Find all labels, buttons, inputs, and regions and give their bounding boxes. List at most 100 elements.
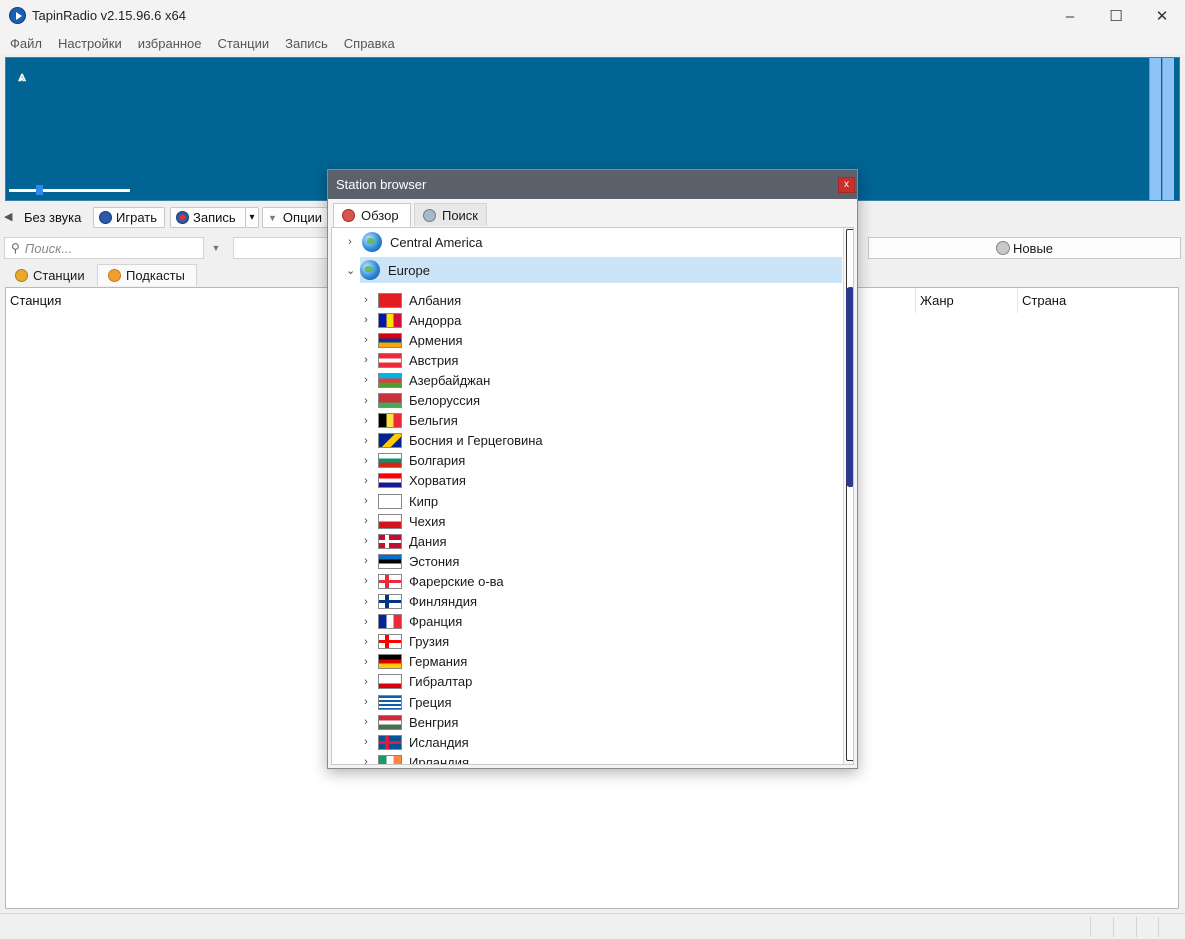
tree-country-gibraltar[interactable]: › Гибралтар [332, 672, 842, 692]
search-icon [423, 208, 436, 222]
region-label: Central America [390, 234, 483, 250]
tab-browse[interactable]: Обзор [333, 203, 411, 227]
mute-button[interactable]: Без звука [4, 207, 88, 228]
chevron-right-icon[interactable]: › [360, 716, 372, 728]
menu-stations[interactable]: Станции [210, 36, 278, 51]
flag-andorra-icon [378, 312, 402, 328]
status-divider [1090, 917, 1091, 937]
tree-country-greece[interactable]: › Греция [332, 692, 842, 712]
country-label: Франция [409, 614, 463, 630]
chevron-right-icon[interactable]: › [360, 676, 372, 688]
chevron-right-icon[interactable]: › [360, 515, 372, 527]
vertical-scrollbar[interactable] [843, 228, 853, 764]
tree-country-ireland[interactable]: › Ирландия [332, 752, 842, 764]
record-button[interactable]: Запись [170, 207, 246, 228]
scrollbar-thumb[interactable] [846, 287, 853, 487]
chevron-right-icon[interactable]: › [360, 395, 372, 407]
chevron-right-icon[interactable]: › [360, 314, 372, 326]
record-dropdown-button[interactable]: ▾ [245, 207, 259, 228]
station-tree[interactable]: › Central America Europe ⌄ › Албания › Андо… [331, 227, 854, 765]
flag-estonia-icon [378, 553, 402, 569]
country-label: Кипр [409, 493, 439, 509]
tree-country-france[interactable]: › Франция [332, 612, 842, 632]
chevron-right-icon[interactable]: › [360, 616, 372, 628]
title-bar: TapinRadio v2.15.96.6 x64 – ☐ ✕ [0, 0, 1185, 32]
tab-podcasts[interactable]: Подкасты [97, 264, 197, 286]
search-dropdown-icon[interactable]: ▼ [208, 238, 224, 258]
chevron-right-icon[interactable]: › [344, 236, 356, 248]
menu-favorites[interactable]: избранное [130, 36, 210, 51]
chevron-right-icon[interactable]: › [360, 596, 372, 608]
menu-record[interactable]: Запись [277, 36, 336, 51]
chevron-right-icon[interactable]: › [360, 354, 372, 366]
tree-country-azerbaijan[interactable]: › Азербайджан [332, 370, 842, 390]
tree-country-bulgaria[interactable]: › Болгария [332, 451, 842, 471]
chevron-right-icon[interactable]: › [360, 455, 372, 467]
country-label: Болгария [409, 453, 466, 469]
minimize-button[interactable]: – [1047, 0, 1093, 32]
tree-country-croatia[interactable]: › Хорватия [332, 471, 842, 491]
country-label: Грузия [409, 634, 450, 650]
status-divider [1158, 917, 1159, 937]
chevron-right-icon[interactable]: › [360, 756, 372, 764]
volume-slider-thumb[interactable] [36, 185, 44, 195]
dialog-title-bar: Station browser [328, 170, 857, 199]
chevron-right-icon[interactable]: › [360, 475, 372, 487]
tree-country-austria[interactable]: › Австрия [332, 350, 842, 370]
column-country[interactable]: Страна [1018, 288, 1178, 313]
tree-country-armenia[interactable]: › Армения [332, 330, 842, 350]
menu-file[interactable]: Файл [2, 36, 50, 51]
tree-country-germany[interactable]: › Германия [332, 652, 842, 672]
menu-help[interactable]: Справка [336, 36, 403, 51]
antenna-icon[interactable]: ⩓ [14, 68, 30, 84]
column-genre[interactable]: Жанр [915, 288, 1018, 313]
chevron-right-icon[interactable]: › [360, 656, 372, 668]
dialog-close-button[interactable]: x [838, 177, 855, 193]
chevron-right-icon[interactable]: › [360, 415, 372, 427]
tree-country-faroe[interactable]: › Фарерские о-ва [332, 571, 842, 591]
tree-country-belarus[interactable]: › Белоруссия [332, 391, 842, 411]
menu-bar: Файл Настройки избранное Станции Запись … [0, 32, 1185, 54]
chevron-right-icon[interactable]: › [360, 575, 372, 587]
chevron-right-icon[interactable]: › [360, 435, 372, 447]
tree-country-bosnia[interactable]: › Босния и Герцеговина [332, 431, 842, 451]
tree-country-albania[interactable]: › Албания [332, 290, 842, 310]
tree-region-europe[interactable]: Europe [360, 257, 842, 283]
tree-country-hungary[interactable]: › Венгрия [332, 712, 842, 732]
tab-stations[interactable]: Станции [5, 264, 95, 286]
close-button[interactable]: ✕ [1139, 0, 1185, 32]
options-button[interactable]: ▼ Опции [262, 207, 328, 228]
play-button[interactable]: Играть [93, 207, 165, 228]
search-input[interactable]: ⚲ Поиск... [4, 237, 204, 259]
chevron-right-icon[interactable]: › [360, 736, 372, 748]
maximize-button[interactable]: ☐ [1093, 0, 1139, 32]
chevron-right-icon[interactable]: › [360, 334, 372, 346]
chevron-right-icon[interactable]: › [360, 495, 372, 507]
chevron-right-icon[interactable]: › [360, 555, 372, 567]
chevron-right-icon[interactable]: › [360, 696, 372, 708]
chevron-right-icon[interactable]: › [360, 294, 372, 306]
tree-country-finland[interactable]: › Финляндия [332, 592, 842, 612]
tree-country-czechia[interactable]: › Чехия [332, 511, 842, 531]
tab-podcasts-label: Подкасты [126, 268, 185, 283]
tree-country-belgium[interactable]: › Бельгия [332, 411, 842, 431]
chevron-right-icon[interactable]: › [360, 374, 372, 386]
chevron-right-icon[interactable]: › [360, 636, 372, 648]
tab-search[interactable]: Поиск [414, 203, 487, 226]
volume-slider[interactable] [9, 189, 130, 192]
tree-country-georgia[interactable]: › Грузия [332, 632, 842, 652]
flag-armenia-icon [378, 332, 402, 348]
flag-azerbaijan-icon [378, 372, 402, 388]
tree-country-iceland[interactable]: › Исландия [332, 732, 842, 752]
tree-country-andorra[interactable]: › Андорра [332, 310, 842, 330]
tree-country-estonia[interactable]: › Эстония [332, 551, 842, 571]
chevron-down-icon[interactable]: ⌄ [346, 264, 355, 277]
tree-country-denmark[interactable]: › Дания [332, 531, 842, 551]
new-stations-button[interactable]: Новые [868, 237, 1181, 259]
menu-settings[interactable]: Настройки [50, 36, 130, 51]
tree-region-central-america[interactable]: › Central America [332, 229, 842, 255]
tab-stations-label: Станции [33, 267, 85, 283]
filter-combo[interactable] [233, 237, 333, 259]
tree-country-cyprus[interactable]: › Кипр [332, 491, 842, 511]
chevron-right-icon[interactable]: › [360, 535, 372, 547]
